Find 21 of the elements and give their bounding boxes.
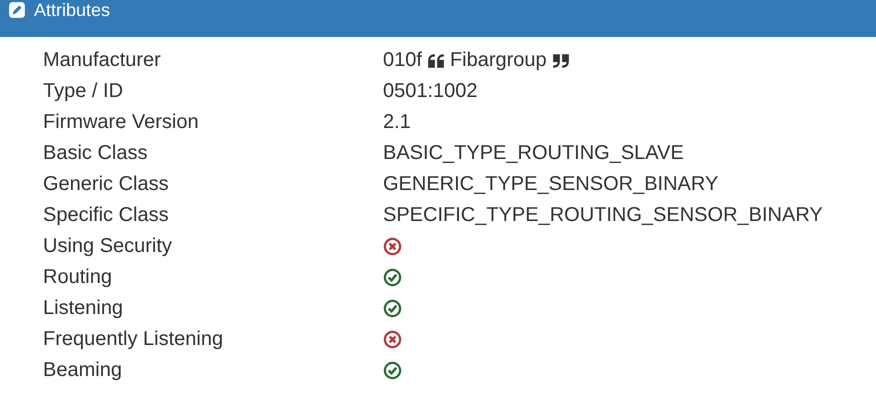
- attribute-label: Specific Class: [43, 204, 170, 227]
- panel-title: Attributes: [34, 0, 110, 20]
- attribute-value: SPECIFIC_TYPE_ROUTING_SENSOR_BINARY: [383, 204, 823, 227]
- attribute-label: Listening: [43, 297, 124, 320]
- attribute-label: Firmware Version: [43, 111, 200, 134]
- open-quote-icon: [426, 52, 445, 68]
- attribute-label: Basic Class: [43, 142, 148, 165]
- attribute-label: Frequently Listening: [43, 328, 224, 351]
- attribute-label: Type / ID: [43, 80, 124, 103]
- attribute-label: Routing: [43, 266, 113, 289]
- attribute-value: 0501:1002: [383, 80, 478, 103]
- close-quote-icon: [552, 52, 570, 68]
- manufacturer-name: Fibargroup: [450, 49, 547, 72]
- attribute-value: BASIC_TYPE_ROUTING_SLAVE: [383, 142, 684, 165]
- manufacturer-code: 010f: [383, 49, 422, 72]
- attribute-label: Using Security: [43, 235, 173, 258]
- attribute-label: Beaming: [43, 359, 123, 382]
- attribute-value: GENERIC_TYPE_SENSOR_BINARY: [383, 173, 718, 196]
- attribute-label: Generic Class: [43, 173, 170, 196]
- attribute-label: Manufacturer: [43, 49, 162, 72]
- attribute-value: 2.1: [383, 111, 411, 134]
